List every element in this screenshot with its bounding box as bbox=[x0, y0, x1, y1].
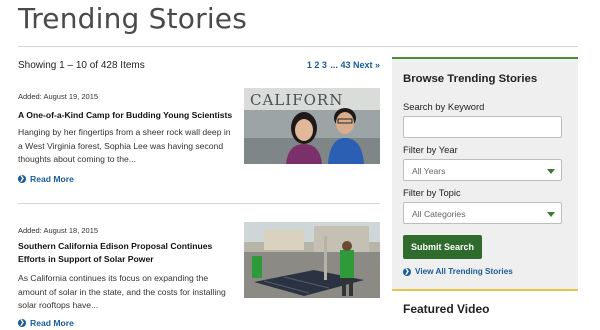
view-all-link[interactable]: ❯ View All Trending Stories bbox=[403, 267, 513, 276]
title-divider bbox=[18, 46, 578, 47]
page-link-2[interactable]: 2 bbox=[314, 60, 319, 70]
story-photo bbox=[244, 222, 380, 298]
story-image-camp[interactable]: CALIFORN bbox=[244, 88, 380, 164]
topic-filter-label: Filter by Topic bbox=[403, 187, 461, 198]
view-all-label: View All Trending Stories bbox=[415, 267, 513, 276]
chevron-right-icon: ❯ bbox=[403, 267, 411, 276]
read-more-label: Read More bbox=[30, 174, 74, 184]
read-more-link[interactable]: ❯ Read More bbox=[18, 318, 74, 328]
dropdown-arrow-icon bbox=[547, 169, 555, 174]
story-card: Added: August 19, 2015 A One-of-a-Kind C… bbox=[18, 86, 380, 184]
read-more-link[interactable]: ❯ Read More bbox=[18, 174, 74, 184]
story-excerpt: As California continues its focus on exp… bbox=[18, 273, 226, 310]
next-page-link[interactable]: Next » bbox=[353, 60, 380, 70]
topic-filter-value: All Categories bbox=[412, 209, 466, 219]
year-filter-value: All Years bbox=[412, 166, 446, 176]
chevron-right-icon: ❯ bbox=[18, 175, 26, 183]
page-ellipsis: ... bbox=[330, 60, 338, 70]
story-card: Added: August 18, 2015 Southern Californ… bbox=[18, 220, 380, 328]
sidebar-heading: Browse Trending Stories bbox=[403, 73, 538, 85]
results-count: Showing 1 – 10 of 428 Items bbox=[18, 60, 145, 71]
submit-search-button[interactable]: Submit Search bbox=[403, 235, 482, 259]
page-link-43[interactable]: 43 bbox=[340, 60, 350, 70]
sign-text: CALIFORN bbox=[250, 91, 343, 109]
topic-filter-select[interactable]: All Categories bbox=[403, 202, 562, 224]
keyword-search-input[interactable] bbox=[403, 116, 562, 138]
featured-divider bbox=[392, 289, 578, 291]
story-excerpt: Hanging by her fingertips from a sheer r… bbox=[18, 127, 231, 164]
keyword-label: Search by Keyword bbox=[403, 101, 485, 112]
page-title: Trending Stories bbox=[18, 2, 248, 35]
pagination: 1 2 3 ... 43 Next » bbox=[307, 60, 380, 70]
story-title-link[interactable]: Southern California Edison Proposal Cont… bbox=[18, 240, 236, 266]
year-filter-label: Filter by Year bbox=[403, 144, 458, 155]
story-image-solar[interactable] bbox=[244, 222, 380, 298]
dropdown-arrow-icon bbox=[547, 212, 555, 217]
story-divider bbox=[18, 203, 380, 204]
story-photo: CALIFORN bbox=[244, 88, 380, 164]
page-link-3[interactable]: 3 bbox=[322, 60, 327, 70]
read-more-label: Read More bbox=[30, 318, 74, 328]
chevron-right-icon: ❯ bbox=[18, 319, 26, 327]
story-title-link[interactable]: A One-of-a-Kind Camp for Budding Young S… bbox=[18, 109, 236, 122]
year-filter-select[interactable]: All Years bbox=[403, 159, 562, 181]
results-bar: Showing 1 – 10 of 428 Items 1 2 3 ... 43… bbox=[18, 60, 380, 74]
featured-video-heading: Featured Video bbox=[403, 302, 490, 316]
page-link-1[interactable]: 1 bbox=[307, 60, 312, 70]
browse-sidebar: Browse Trending Stories Search by Keywor… bbox=[392, 57, 578, 289]
